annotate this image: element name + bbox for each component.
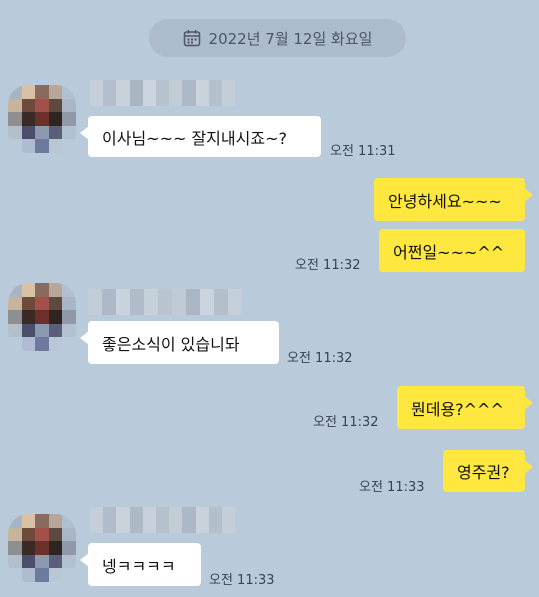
message-time: 오전 11:33: [209, 573, 275, 588]
message-text: 안녕하세요~~~: [388, 191, 502, 211]
sender-name-redacted: [90, 80, 235, 106]
sender-name-redacted: [90, 507, 235, 533]
message-time: 오전 11:33: [359, 480, 425, 495]
message-text: 어쩐일~~~^^: [393, 242, 505, 262]
calendar-icon: [183, 30, 200, 47]
sender-avatar[interactable]: [8, 283, 76, 351]
message-text: 영주권?: [457, 463, 510, 482]
sender-avatar[interactable]: [8, 514, 76, 582]
date-divider: 2022년 7월 12일 화요일: [149, 19, 406, 57]
sender-avatar[interactable]: [8, 85, 76, 153]
outgoing-message[interactable]: 뭔데용?^^^: [397, 386, 533, 429]
message-text: 좋은소식이 있습니돠: [102, 334, 240, 354]
incoming-message[interactable]: 넹ㅋㅋㅋㅋ: [80, 543, 201, 586]
outgoing-message[interactable]: 안녕하세요~~~: [374, 178, 533, 221]
message-text: 넹ㅋㅋㅋㅋ: [102, 556, 176, 576]
outgoing-message[interactable]: 어쩐일~~~^^: [379, 229, 525, 272]
message-text: 이사님~~~ 잘지내시죠~?: [102, 128, 287, 148]
message-time: 오전 11:32: [295, 258, 361, 273]
message-text: 뭔데용?^^^: [411, 399, 504, 419]
message-time: 오전 11:32: [287, 351, 353, 366]
sender-name-redacted: [88, 289, 242, 315]
date-label: 2022년 7월 12일 화요일: [208, 29, 373, 48]
message-time: 오전 11:32: [313, 415, 379, 430]
incoming-message[interactable]: 이사님~~~ 잘지내시죠~?: [80, 116, 321, 157]
incoming-message[interactable]: 좋은소식이 있습니돠: [80, 321, 279, 364]
message-time: 오전 11:31: [330, 144, 396, 159]
outgoing-message[interactable]: 영주권?: [443, 450, 533, 492]
